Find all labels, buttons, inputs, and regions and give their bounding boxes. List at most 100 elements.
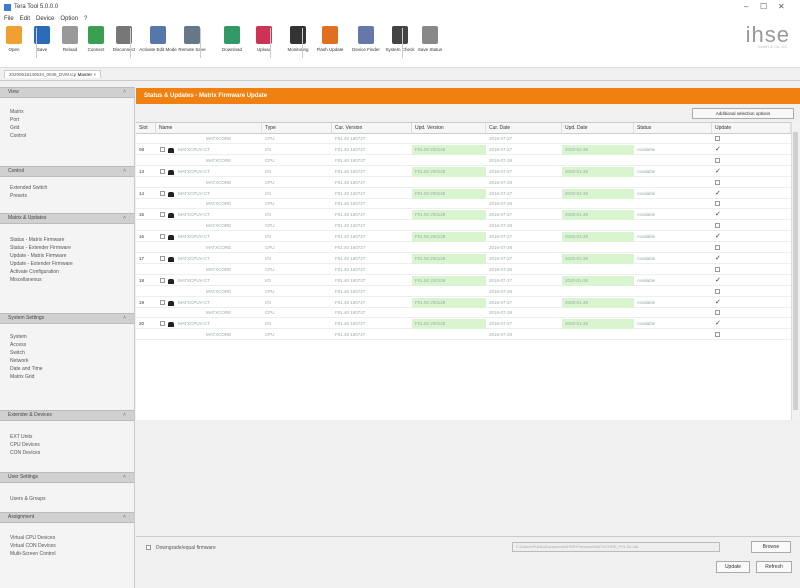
update-check-icon[interactable]: ✓ xyxy=(715,233,721,240)
column-header[interactable]: Cur. Version xyxy=(332,123,412,134)
close-window-button[interactable]: ✕ xyxy=(778,2,785,11)
update-check-icon[interactable]: ✓ xyxy=(715,255,721,262)
sidebar-section-0[interactable]: View ˄ xyxy=(0,87,134,98)
sidebar-item[interactable]: Update - Extender Firmware xyxy=(10,261,73,267)
sidebar-item[interactable]: EXT Units xyxy=(10,434,32,440)
table-row[interactable]: 16 MATXCPUV-CT I/O F01.40 160727 F01.50 2001… xyxy=(136,232,791,243)
menu-file[interactable]: File xyxy=(4,16,14,22)
scroll-thumb[interactable] xyxy=(793,132,798,410)
firmware-path-field[interactable]: C:\Users\Public\Documents\IHSE\Firmware\… xyxy=(512,542,720,552)
vertical-scrollbar[interactable] xyxy=(791,122,799,420)
column-header[interactable]: Name xyxy=(156,123,262,134)
update-check-icon[interactable]: ✓ xyxy=(715,277,721,284)
remote-save-button[interactable]: Remote Save xyxy=(172,26,212,52)
sidebar-item[interactable]: Switch xyxy=(10,350,25,356)
sidebar-section-5[interactable]: User Settings ˄ xyxy=(0,472,134,483)
maximize-button[interactable]: ☐ xyxy=(760,2,767,11)
column-header[interactable]: Cur. Date xyxy=(486,123,562,134)
table-row[interactable]: 14 MATXCPUV-CT I/O F01.40 160727 F01.50 2001… xyxy=(136,188,791,199)
save-status-button[interactable]: Save Status xyxy=(410,26,450,52)
table-row[interactable]: MATXCORE CPU F01.40 160727 2016-07-28 xyxy=(136,178,791,188)
update-checkbox[interactable] xyxy=(715,266,720,272)
sidebar-item[interactable]: Port xyxy=(10,117,19,123)
column-header[interactable]: Type xyxy=(262,123,332,134)
sidebar-section-1[interactable]: Control ˄ xyxy=(0,166,134,177)
table-row[interactable]: MATXCORE CPU F01.40 160727 2016-07-28 xyxy=(136,221,791,232)
update-checkbox[interactable] xyxy=(715,288,720,294)
sidebar-item[interactable]: Grid xyxy=(10,125,19,131)
column-header[interactable]: Update xyxy=(712,123,791,134)
sidebar-section-3[interactable]: System Settings ˄ xyxy=(0,313,134,324)
row-select-checkbox[interactable] xyxy=(160,255,165,261)
row-select-checkbox[interactable] xyxy=(160,299,165,305)
sidebar-item[interactable]: Presets xyxy=(10,193,27,199)
update-checkbox[interactable] xyxy=(715,201,720,207)
update-check-icon[interactable]: ✓ xyxy=(715,190,721,197)
table-row[interactable]: MATXCORE CPU F01.40 160727 2016-07-28 xyxy=(136,199,791,210)
table-row[interactable]: 20 MATXCPUV-CT I/O F01.40 160727 F01.50 2001… xyxy=(136,319,791,330)
update-checkbox[interactable] xyxy=(715,136,720,141)
menu-help[interactable]: ? xyxy=(84,16,87,22)
update-checkbox[interactable] xyxy=(715,310,720,316)
sidebar-item[interactable]: System xyxy=(10,334,27,340)
update-check-icon[interactable]: ✓ xyxy=(715,168,721,175)
table-row[interactable]: 17 MATXCPUV-CT I/O F01.40 160727 F01.50 2001… xyxy=(136,253,791,264)
sidebar-item[interactable]: Network xyxy=(10,358,28,364)
sidebar-item[interactable]: Date and Time xyxy=(10,366,43,372)
sidebar-section-6[interactable]: Assignment ˄ xyxy=(0,512,134,523)
table-row[interactable]: MATXCORE CPU F01.40 160727 2016-07-28 xyxy=(136,243,791,253)
update-checkbox[interactable] xyxy=(715,332,720,338)
sidebar-item[interactable]: Multi-Screen Control xyxy=(10,551,56,557)
sidebar-item[interactable]: Update - Matrix Firmware xyxy=(10,253,66,259)
table-row[interactable]: 08 MATXCPUV-CT I/O F01.40 160727 F01.50 2001… xyxy=(136,144,791,155)
menu-option[interactable]: Option xyxy=(60,16,78,22)
update-check-icon[interactable]: ✓ xyxy=(715,146,721,153)
table-row[interactable]: MATXCORE CPU F01.40 160727 2016-07-27 xyxy=(136,134,791,144)
update-button[interactable]: Update xyxy=(716,561,750,573)
file-tab[interactable]: 20200618140534_0048_DVM.tcp Master × xyxy=(4,70,101,78)
update-check-icon[interactable]: ✓ xyxy=(715,299,721,306)
table-row[interactable]: MATXCORE CPU F01.40 160727 2016-07-28 xyxy=(136,156,791,166)
sidebar-item[interactable]: Users & Groups xyxy=(10,496,46,502)
table-row[interactable]: 18 MATXCPUV-CT I/O F01.40 160727 F01.50 2001… xyxy=(136,275,791,286)
sidebar-item[interactable]: Activate Configuration xyxy=(10,269,59,275)
minimize-button[interactable]: – xyxy=(744,2,748,11)
flash-update-button[interactable]: Flash Update xyxy=(310,26,350,52)
sidebar-item[interactable]: Miscellaneous xyxy=(10,277,42,283)
table-row[interactable]: 15 MATXCPUV-CT I/O F01.40 160727 F01.50 2001… xyxy=(136,210,791,221)
sidebar-item[interactable]: Extended Switch xyxy=(10,185,47,191)
column-header[interactable]: Status xyxy=(634,123,712,134)
refresh-button[interactable]: Refresh xyxy=(756,561,792,573)
table-row[interactable]: MATXCORE CPU F01.40 160727 2016-07-28 xyxy=(136,308,791,319)
browse-button[interactable]: Browse xyxy=(751,541,791,553)
sidebar-item[interactable]: Access xyxy=(10,342,26,348)
row-select-checkbox[interactable] xyxy=(160,277,165,283)
column-header[interactable]: Upd. Version xyxy=(412,123,486,134)
table-row[interactable]: 19 MATXCPUV-CT I/O F01.40 160727 F01.50 2001… xyxy=(136,297,791,308)
additional-selection-button[interactable]: Additional selection options xyxy=(692,108,794,119)
row-select-checkbox[interactable] xyxy=(160,234,165,240)
update-check-icon[interactable]: ✓ xyxy=(715,320,721,327)
update-checkbox[interactable] xyxy=(715,157,720,163)
downgrade-checkbox[interactable] xyxy=(146,545,151,550)
row-select-checkbox[interactable] xyxy=(160,321,165,327)
row-select-checkbox[interactable] xyxy=(160,168,165,174)
column-header[interactable]: Upd. Date xyxy=(562,123,634,134)
table-row[interactable]: MATXCORE CPU F01.40 160727 2016-07-28 xyxy=(136,265,791,275)
row-select-checkbox[interactable] xyxy=(160,190,165,196)
sidebar-item[interactable]: CON Devices xyxy=(10,450,40,456)
update-checkbox[interactable] xyxy=(715,245,720,250)
update-checkbox[interactable] xyxy=(715,179,720,185)
sidebar-item[interactable]: Status - Matrix Firmware xyxy=(10,237,64,243)
sidebar-item[interactable]: Matrix Grid xyxy=(10,374,34,380)
sidebar-section-2[interactable]: Matrix & Updates ˄ xyxy=(0,213,134,224)
column-header[interactable]: Slot xyxy=(136,123,156,134)
sidebar-item[interactable]: Status - Extender Firmware xyxy=(10,245,71,251)
menu-device[interactable]: Device xyxy=(36,16,54,22)
sidebar-item[interactable]: Control xyxy=(10,133,26,139)
row-select-checkbox[interactable] xyxy=(160,146,165,152)
sidebar-item[interactable]: Matrix xyxy=(10,109,24,115)
update-checkbox[interactable] xyxy=(715,223,720,229)
table-row[interactable]: 13 MATXCPUV-CT I/O F01.40 160727 F01.50 2001… xyxy=(136,166,791,177)
sidebar-item[interactable]: Virtual CON Devices xyxy=(10,543,56,549)
